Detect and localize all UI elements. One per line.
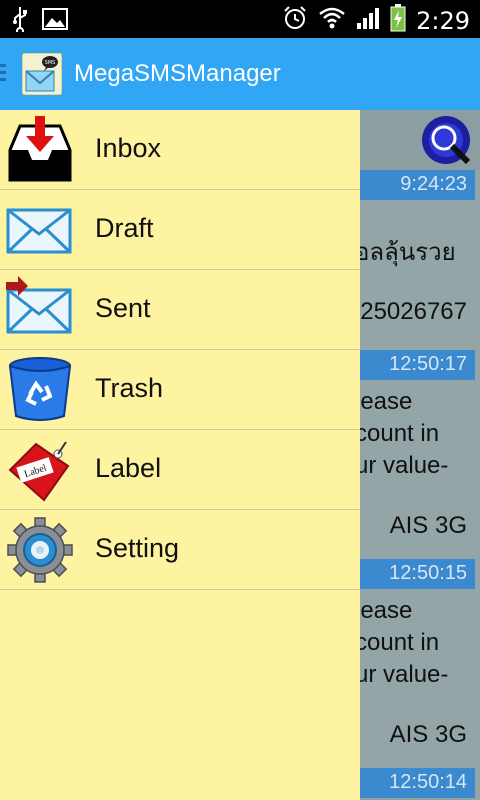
message-line: อลลุ้นรวย xyxy=(355,239,456,266)
signal-icon xyxy=(356,6,380,35)
message-time: 12:50:15 xyxy=(389,562,467,584)
message-line: AIS 3G xyxy=(389,512,467,539)
message-line: lease xyxy=(355,597,413,624)
drawer-item-label: Draft xyxy=(95,213,154,243)
drawer-item-label-tag[interactable]: Label Label xyxy=(0,430,360,510)
envelope-icon xyxy=(6,196,74,264)
app-title: MegaSMSManager xyxy=(74,60,281,87)
drawer-item-label: Setting xyxy=(95,533,180,563)
message-time: 12:50:17 xyxy=(389,353,467,375)
wifi-icon xyxy=(318,6,346,35)
message-time: 9:24:23 xyxy=(400,173,467,195)
inbox-tray-icon xyxy=(6,116,74,184)
app-logo-icon[interactable]: SMS xyxy=(21,52,63,96)
drawer-item-label: Label xyxy=(95,453,162,483)
image-icon xyxy=(42,8,68,35)
drawer-item-draft[interactable]: Draft xyxy=(0,190,360,270)
message-line: lease xyxy=(355,388,413,415)
drawer-item-setting[interactable]: Setting xyxy=(0,510,360,590)
clock: 2:29 xyxy=(416,6,470,35)
drawer-item-sent[interactable]: Sent xyxy=(0,270,360,350)
drawer-item-trash[interactable]: Trash xyxy=(0,350,360,430)
drawer-indicator[interactable] xyxy=(0,64,6,84)
message-time: 12:50:14 xyxy=(389,771,467,793)
alarm-icon xyxy=(282,5,308,36)
action-bar[interactable]: SMS MegaSMSManager xyxy=(0,38,480,110)
navigation-drawer: Inbox Draft Sent Trash Label Label Setti… xyxy=(0,110,360,800)
message-line: count in xyxy=(355,420,440,447)
usb-icon xyxy=(12,6,28,37)
recycle-bin-icon xyxy=(6,356,74,424)
search-icon[interactable] xyxy=(420,114,476,170)
sent-envelope-icon xyxy=(6,276,74,344)
drawer-item-label: Sent xyxy=(95,293,151,323)
battery-charging-icon xyxy=(390,4,406,37)
message-line: count in xyxy=(355,629,440,656)
message-line: AIS 3G xyxy=(389,721,467,748)
status-bar: 2:29 xyxy=(0,0,480,38)
message-line: 25026767 xyxy=(360,298,467,325)
drawer-item-inbox[interactable]: Inbox xyxy=(0,110,360,190)
svg-text:SMS: SMS xyxy=(45,60,56,66)
drawer-item-label: Inbox xyxy=(95,133,162,163)
message-line: ur value- xyxy=(355,661,449,688)
drawer-item-label: Trash xyxy=(95,373,164,403)
tag-label-icon: Label xyxy=(6,436,74,504)
message-line: ur value- xyxy=(355,452,449,479)
gear-icon xyxy=(6,516,74,584)
